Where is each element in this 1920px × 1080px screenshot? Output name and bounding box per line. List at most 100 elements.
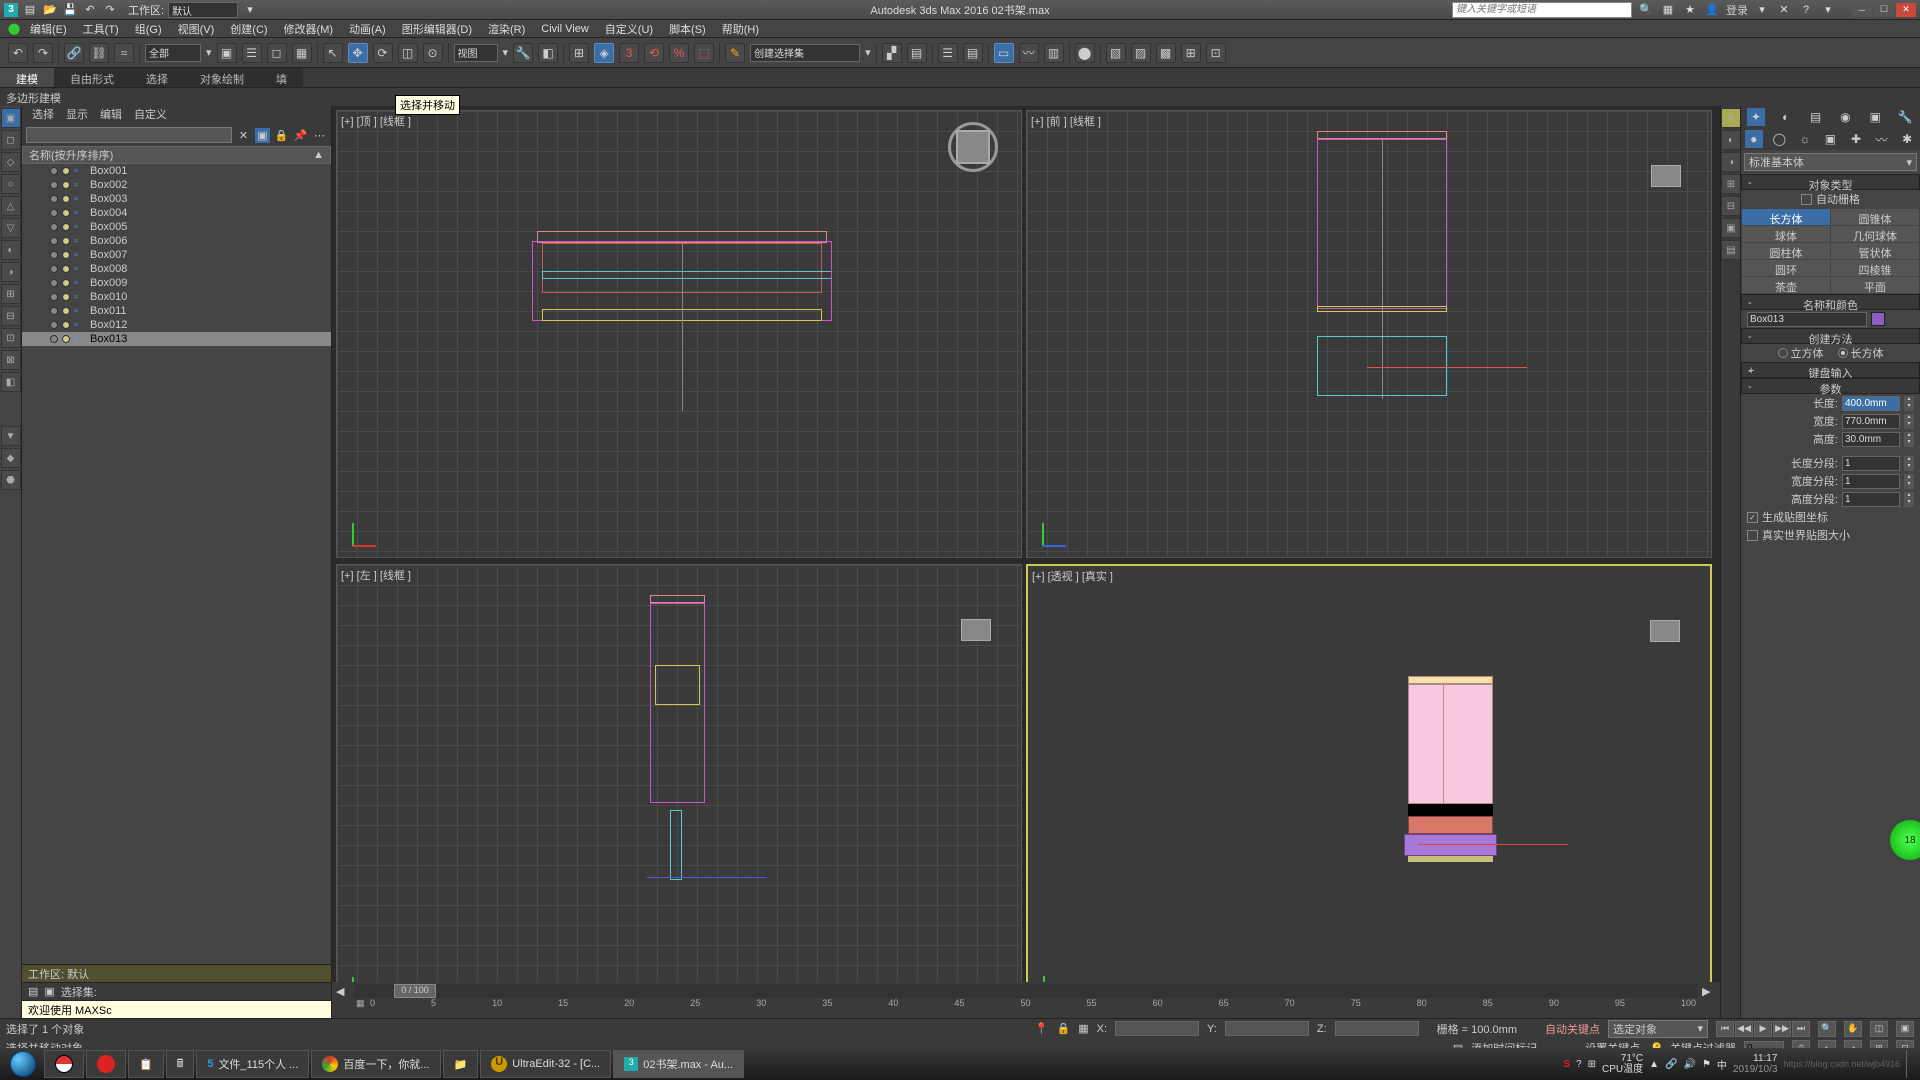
list-item[interactable]: ▫Box005 bbox=[22, 220, 331, 234]
freeze-dot-icon[interactable] bbox=[62, 251, 70, 259]
select-icon[interactable]: ↖ bbox=[323, 43, 343, 63]
list-item[interactable]: ▫Box010 bbox=[22, 290, 331, 304]
task-chrome[interactable]: 百度一下，你就... bbox=[311, 1050, 440, 1078]
vis-dot-icon[interactable] bbox=[50, 307, 58, 315]
vis-dot-icon[interactable] bbox=[50, 223, 58, 231]
tray-shield-icon[interactable]: ⊞ bbox=[1588, 1059, 1596, 1070]
list-item[interactable]: ▫Box013 bbox=[22, 332, 331, 346]
x1-icon[interactable]: ✕ bbox=[1776, 2, 1792, 18]
freeze-dot-icon[interactable] bbox=[62, 293, 70, 301]
lock-icon[interactable]: 🔒 bbox=[274, 128, 289, 143]
display-tab-icon[interactable]: ▣ bbox=[1866, 108, 1884, 126]
ws-dropdown-icon[interactable]: ▾ bbox=[242, 2, 258, 18]
vis-dot-icon[interactable] bbox=[50, 181, 58, 189]
lt-10[interactable]: ⊟ bbox=[1, 306, 21, 326]
lp-tab-edit[interactable]: 编辑 bbox=[100, 106, 122, 124]
nav-pan-icon[interactable]: ✋ bbox=[1844, 1021, 1862, 1037]
rotate-icon[interactable]: ⟳ bbox=[373, 43, 393, 63]
start-button[interactable] bbox=[4, 1050, 42, 1078]
render3-icon[interactable]: ⊡ bbox=[1206, 43, 1226, 63]
hseg-spinner[interactable]: ▴▾ bbox=[1904, 492, 1914, 507]
snap-icon[interactable]: ⊞ bbox=[569, 43, 589, 63]
schem-icon[interactable]: ▥ bbox=[1044, 43, 1064, 63]
goto-start-icon[interactable]: ⏮ bbox=[1716, 1021, 1734, 1037]
goto-end-icon[interactable]: ⏭ bbox=[1792, 1021, 1810, 1037]
xyz-icon[interactable]: ▦ bbox=[1078, 1022, 1088, 1035]
lt-8[interactable]: ◑ bbox=[1, 262, 21, 282]
type-cone[interactable]: 圆锥体 bbox=[1831, 209, 1919, 225]
lt-select-icon[interactable]: ▣ bbox=[1, 108, 21, 128]
time-slider[interactable]: 0 / 100 bbox=[354, 984, 1698, 998]
height-spinner[interactable]: ▴▾ bbox=[1904, 432, 1914, 447]
vis-dot-icon[interactable] bbox=[50, 335, 58, 343]
task-explorer[interactable]: 📁 bbox=[443, 1050, 479, 1078]
help-drop-icon[interactable]: ▾ bbox=[1820, 2, 1836, 18]
lt-11[interactable]: ⊡ bbox=[1, 328, 21, 348]
task-pokeball[interactable] bbox=[44, 1050, 84, 1078]
light-icon-rp[interactable]: ☼ bbox=[1796, 130, 1814, 148]
create-tab-icon[interactable]: ✦ bbox=[1747, 108, 1765, 126]
lt-3[interactable]: ◇ bbox=[1, 152, 21, 172]
tray-vol-icon[interactable]: 🔊 bbox=[1684, 1059, 1696, 1070]
cam-icon[interactable]: ▣ bbox=[1821, 130, 1839, 148]
task-note[interactable]: 📋 bbox=[128, 1050, 164, 1078]
open-icon[interactable]: 📂 bbox=[42, 2, 58, 18]
list-item[interactable]: ▫Box002 bbox=[22, 178, 331, 192]
list-item[interactable]: ▫Box003 bbox=[22, 192, 331, 206]
lock2-icon[interactable]: 🔒 bbox=[1057, 1022, 1071, 1035]
select-filter-icon[interactable]: ▣ bbox=[217, 43, 237, 63]
vis-dot-icon[interactable] bbox=[50, 209, 58, 217]
viewport-persp[interactable]: [+] [透视 ] [真实 ] bbox=[1026, 564, 1712, 1012]
method-cube-radio[interactable]: 立方体 bbox=[1778, 345, 1824, 361]
menu-group[interactable]: 组(G) bbox=[127, 19, 170, 39]
viewport-left[interactable]: [+] [左 ] [线框 ] bbox=[336, 564, 1022, 1012]
task-red[interactable] bbox=[86, 1050, 126, 1078]
help-icon[interactable]: ? bbox=[1798, 2, 1814, 18]
type-box[interactable]: 长方体 bbox=[1742, 209, 1830, 225]
nav-max-icon[interactable]: ▣ bbox=[1896, 1021, 1914, 1037]
method-box-radio[interactable]: 长方体 bbox=[1838, 345, 1884, 361]
method-header[interactable]: 创建方法 bbox=[1741, 328, 1920, 344]
height-input[interactable] bbox=[1842, 432, 1900, 447]
vis-dot-icon[interactable] bbox=[50, 167, 58, 175]
length-input[interactable] bbox=[1842, 396, 1900, 411]
placement-icon[interactable]: ⊙ bbox=[423, 43, 443, 63]
nav-zoom-icon[interactable]: 🔍 bbox=[1818, 1021, 1836, 1037]
menu-custom[interactable]: 自定义(U) bbox=[597, 19, 661, 39]
type-geosphere[interactable]: 几何球体 bbox=[1831, 226, 1919, 242]
nav-fov-icon[interactable]: ◫ bbox=[1870, 1021, 1888, 1037]
type-tube[interactable]: 管状体 bbox=[1831, 243, 1919, 259]
width-spinner[interactable]: ▴▾ bbox=[1904, 414, 1914, 429]
hier-tab-icon[interactable]: ▤ bbox=[1807, 108, 1825, 126]
menu-modifier[interactable]: 修改器(M) bbox=[276, 19, 342, 39]
param-header[interactable]: 参数 bbox=[1741, 378, 1920, 394]
prev-frame-icon[interactable]: ◀◀ bbox=[1735, 1021, 1753, 1037]
mini-icon[interactable]: ▦ bbox=[356, 998, 370, 1009]
minimize-button[interactable]: ─ bbox=[1852, 3, 1872, 17]
motion-tab-icon[interactable]: ◉ bbox=[1836, 108, 1854, 126]
view-mode-icon[interactable]: ▣ bbox=[255, 128, 270, 143]
tab-select[interactable]: 选择 bbox=[130, 68, 184, 87]
mat-editor-icon[interactable]: ⬤ bbox=[1075, 43, 1095, 63]
object-name-input[interactable] bbox=[1747, 312, 1867, 327]
edit-named-icon[interactable]: ⬚ bbox=[694, 43, 714, 63]
viewcube-persp[interactable] bbox=[1640, 616, 1690, 646]
lp-tab-display[interactable]: 显示 bbox=[66, 106, 88, 124]
unlink-icon[interactable]: ⛓ bbox=[89, 43, 109, 63]
new-icon[interactable]: ▤ bbox=[22, 2, 38, 18]
tab-fill[interactable]: 填 bbox=[260, 68, 303, 87]
list-item[interactable]: ▫Box001 bbox=[22, 164, 331, 178]
filter-combo[interactable]: 全部 bbox=[145, 44, 201, 62]
lt-4[interactable]: ○ bbox=[1, 174, 21, 194]
viewport-front[interactable]: [+] [前 ] [线框 ] bbox=[1026, 110, 1712, 558]
lt-13[interactable]: ◧ bbox=[1, 372, 21, 392]
objtype-header[interactable]: 对象类型 bbox=[1741, 174, 1920, 190]
time-next-icon[interactable]: ▶ bbox=[1702, 985, 1716, 998]
redo-tb[interactable]: ↷ bbox=[33, 43, 53, 63]
freeze-dot-icon[interactable] bbox=[62, 209, 70, 217]
space-icon[interactable]: 〰 bbox=[1873, 130, 1891, 148]
vp-left-label[interactable]: [+] [左 ] [线框 ] bbox=[341, 567, 411, 583]
lseg-input[interactable] bbox=[1842, 456, 1900, 471]
list-item[interactable]: ▫Box007 bbox=[22, 248, 331, 262]
lt-14[interactable]: ▼ bbox=[1, 426, 21, 446]
